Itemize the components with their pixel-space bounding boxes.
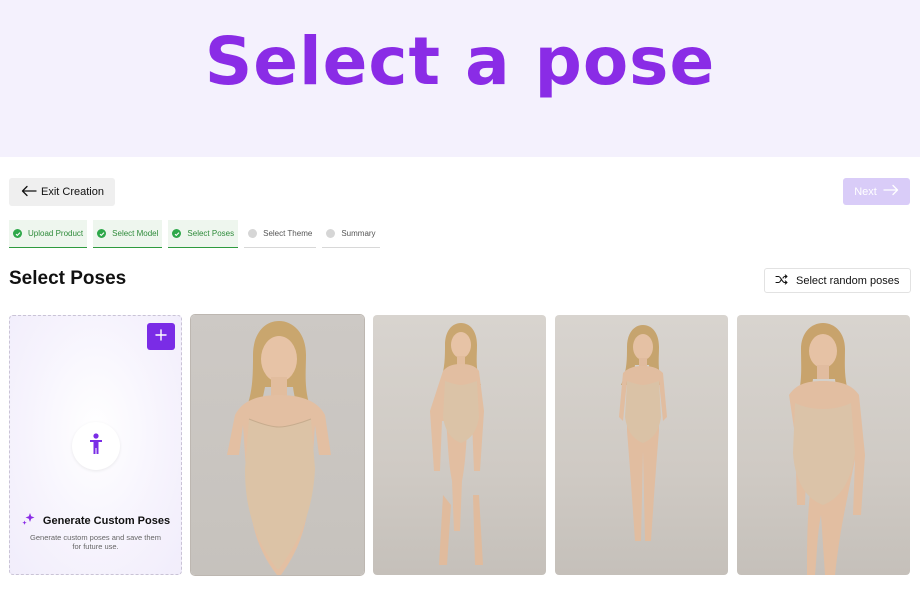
- step-upload-product[interactable]: Upload Product: [9, 220, 88, 248]
- arrow-left-icon: [21, 185, 37, 200]
- check-icon: [97, 229, 107, 238]
- pose-card-1[interactable]: [191, 315, 364, 575]
- pose-image-4: [789, 323, 865, 575]
- plus-icon: [155, 328, 167, 346]
- step-label: Upload Product: [28, 229, 84, 238]
- step-select-theme[interactable]: Select Theme: [244, 220, 317, 248]
- progress-steps: Upload Product Select Model Select Poses…: [9, 220, 380, 248]
- pending-dot-icon: [248, 229, 258, 238]
- step-label: Select Poses: [187, 229, 235, 238]
- shuffle-icon: [775, 273, 788, 288]
- select-random-poses-label: Select random poses: [796, 274, 900, 287]
- step-label: Select Theme: [263, 229, 313, 238]
- step-select-model[interactable]: Select Model: [93, 220, 163, 248]
- check-icon: [172, 229, 182, 238]
- add-pose-button[interactable]: [147, 323, 175, 350]
- generate-title-row: Generate Custom Poses: [10, 511, 181, 530]
- step-summary[interactable]: Summary: [322, 220, 380, 248]
- hero-banner: Select a pose: [0, 0, 920, 157]
- pose-image-1: [227, 321, 331, 575]
- pose-image-3: [619, 325, 667, 541]
- pose-card-2[interactable]: [373, 315, 546, 575]
- step-select-poses[interactable]: Select Poses: [168, 220, 239, 248]
- pose-image-2: [430, 323, 484, 565]
- next-button[interactable]: Next: [843, 178, 910, 205]
- pending-dot-icon: [326, 229, 336, 238]
- person-icon-circle: [72, 422, 120, 470]
- page-title: Select a pose: [204, 23, 716, 100]
- generate-title: Generate Custom Poses: [42, 514, 171, 527]
- section-title: Select Poses: [9, 268, 127, 289]
- next-label: Next: [854, 185, 877, 198]
- person-icon: [87, 432, 105, 460]
- sparkle-icon: [21, 511, 37, 530]
- generate-custom-poses-card[interactable]: Generate Custom Poses Generate custom po…: [9, 315, 182, 575]
- generate-description: Generate custom poses and save them for …: [30, 533, 161, 551]
- select-random-poses-button[interactable]: Select random poses: [764, 268, 911, 293]
- pose-card-3[interactable]: [555, 315, 728, 575]
- exit-creation-label: Exit Creation: [41, 186, 104, 198]
- step-label: Summary: [341, 229, 376, 238]
- pose-card-4[interactable]: [737, 315, 910, 575]
- check-icon: [13, 229, 22, 238]
- step-label: Select Model: [112, 229, 159, 238]
- exit-creation-button[interactable]: Exit Creation: [9, 178, 115, 206]
- arrow-right-icon: [883, 184, 899, 199]
